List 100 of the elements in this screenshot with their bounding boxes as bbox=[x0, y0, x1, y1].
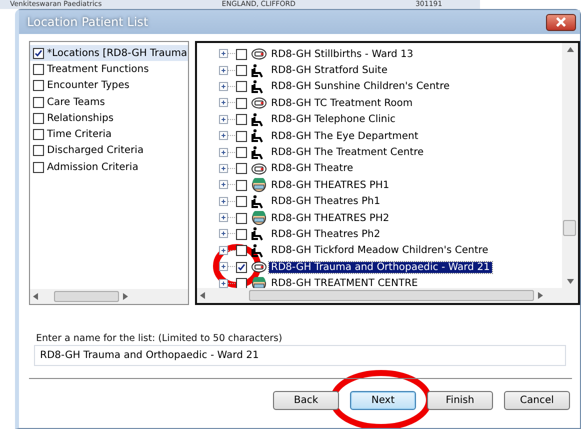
checkbox[interactable] bbox=[236, 245, 247, 256]
location-label: RD8-GH Theatres Ph1 bbox=[270, 196, 382, 208]
expand-icon[interactable] bbox=[219, 49, 235, 60]
close-icon bbox=[555, 17, 567, 27]
checkbox[interactable] bbox=[236, 212, 247, 224]
criteria-item[interactable]: Discharged Criteria bbox=[30, 142, 188, 160]
criteria-item[interactable]: Time Criteria bbox=[30, 126, 188, 143]
criteria-item[interactable]: Relationships bbox=[30, 110, 188, 126]
close-button[interactable] bbox=[546, 14, 576, 30]
horizontal-scrollbar[interactable] bbox=[197, 288, 578, 303]
dialog-button[interactable]: Cancel bbox=[504, 391, 570, 410]
tree-item[interactable]: RD8-GH The Eye Department bbox=[219, 128, 562, 144]
location-label: RD8-GH Telephone Clinic bbox=[270, 114, 397, 126]
masked-person-icon bbox=[251, 178, 267, 192]
tree-item[interactable]: RD8-GH THEATRES PH2 bbox=[219, 210, 562, 226]
criteria-label: Encounter Types bbox=[47, 80, 130, 92]
tree-item[interactable]: RD8-GH THEATRES PH1 bbox=[219, 177, 562, 194]
scroll-left-icon[interactable] bbox=[33, 293, 38, 300]
checkbox[interactable] bbox=[236, 65, 247, 76]
expand-icon[interactable] bbox=[219, 82, 235, 92]
expand-icon[interactable] bbox=[219, 229, 235, 240]
expand-icon[interactable] bbox=[219, 148, 235, 158]
scrollbar-thumb[interactable] bbox=[54, 291, 119, 302]
criteria-item[interactable]: Admission Criteria bbox=[30, 159, 188, 176]
location-label: RD8-GH Theatre bbox=[270, 163, 354, 174]
location-label: RD8-GH THEATRES PH2 bbox=[270, 212, 390, 224]
checkbox[interactable] bbox=[33, 112, 44, 124]
scroll-up-icon[interactable] bbox=[566, 47, 574, 52]
expand-icon[interactable] bbox=[219, 196, 235, 207]
location-label: RD8-GH THEATRES PH1 bbox=[270, 180, 390, 191]
checkbox[interactable] bbox=[33, 80, 44, 92]
checkbox[interactable] bbox=[236, 98, 247, 109]
window-title: Location Patient List bbox=[27, 15, 148, 29]
scrollbar-thumb[interactable] bbox=[249, 290, 534, 301]
tree-item[interactable]: RD8-GH Telephone Clinic bbox=[219, 112, 562, 128]
telephone-icon bbox=[251, 261, 267, 274]
criteria-label: Discharged Criteria bbox=[47, 145, 144, 156]
field-label: Enter a name for the list: (Limited to 50 characters) bbox=[35, 333, 284, 344]
checkbox[interactable] bbox=[236, 180, 247, 191]
list-name-field[interactable]: RD8-GH Trauma and Orthopaedic - Ward 21 bbox=[34, 345, 566, 366]
scroll-down-icon[interactable] bbox=[566, 279, 574, 284]
tree-item[interactable]: RD8-GH Stratford Suite bbox=[219, 62, 562, 79]
checkbox[interactable] bbox=[33, 48, 44, 59]
location-label: RD8-GH TC Treatment Room bbox=[270, 98, 414, 109]
tree-item[interactable]: RD8-GH Theatre bbox=[219, 160, 562, 178]
checkbox[interactable] bbox=[236, 114, 247, 126]
tree-item[interactable]: RD8-GH The Treatment Centre bbox=[219, 144, 562, 161]
checkbox[interactable] bbox=[33, 145, 44, 156]
dialog-button[interactable]: Next bbox=[350, 391, 416, 410]
expand-icon[interactable] bbox=[219, 278, 235, 288]
scroll-left-icon[interactable] bbox=[200, 292, 205, 299]
checkbox[interactable] bbox=[236, 163, 247, 174]
expand-icon[interactable] bbox=[219, 262, 235, 272]
checkbox[interactable] bbox=[33, 64, 44, 75]
criteria-label: Treatment Functions bbox=[47, 64, 149, 75]
expand-icon[interactable] bbox=[219, 164, 235, 174]
criteria-label: Admission Criteria bbox=[47, 162, 138, 173]
tree-item[interactable]: RD8-GH TC Treatment Room bbox=[219, 95, 562, 112]
location-label: RD8-GH The Eye Department bbox=[270, 130, 420, 142]
location-label: RD8-GH Theatres Ph2 bbox=[270, 228, 382, 240]
checkbox[interactable] bbox=[236, 228, 247, 240]
vertical-scrollbar[interactable] bbox=[562, 43, 578, 288]
scroll-right-icon[interactable] bbox=[538, 292, 543, 299]
expand-icon[interactable] bbox=[219, 98, 235, 108]
checkbox[interactable] bbox=[236, 262, 247, 273]
tree-item[interactable]: RD8-GH Theatres Ph2 bbox=[219, 226, 562, 243]
checkbox[interactable] bbox=[33, 162, 44, 173]
expand-icon[interactable] bbox=[219, 131, 235, 142]
checkbox[interactable] bbox=[236, 147, 247, 158]
location-label: RD8-GH Stillbirths - Ward 13 bbox=[270, 48, 414, 60]
checkbox[interactable] bbox=[33, 96, 44, 108]
scroll-right-icon[interactable] bbox=[123, 293, 128, 300]
criteria-item[interactable]: *Locations [RD8-GH Trauma bbox=[30, 45, 188, 62]
tree-item[interactable]: RD8-GH Tickford Meadow Children's Centre bbox=[219, 242, 562, 260]
checkbox[interactable] bbox=[236, 81, 247, 92]
horizontal-scrollbar[interactable] bbox=[30, 289, 188, 304]
criteria-label: Care Teams bbox=[47, 96, 105, 108]
location-label: RD8-GH Tickford Meadow Children's Centre bbox=[270, 245, 490, 256]
criteria-item[interactable]: Care Teams bbox=[30, 94, 188, 110]
dialog-button[interactable]: Back bbox=[273, 391, 339, 410]
telephone-icon bbox=[251, 97, 267, 110]
dialog-button[interactable]: Finish bbox=[427, 391, 493, 410]
checkbox[interactable] bbox=[236, 48, 247, 60]
scrollbar-thumb[interactable] bbox=[563, 220, 576, 236]
expand-icon[interactable] bbox=[219, 213, 235, 224]
tree-item[interactable]: RD8-GH Sunshine Children's Centre bbox=[219, 78, 562, 96]
tree-item[interactable]: RD8-GH Theatres Ph1 bbox=[219, 194, 562, 210]
expand-icon[interactable] bbox=[219, 246, 235, 256]
tree-item[interactable]: RD8-GH Stillbirths - Ward 13 bbox=[219, 46, 562, 62]
tree-item[interactable]: RD8-GH Trauma and Orthopaedic - Ward 21 bbox=[219, 259, 562, 276]
checkbox[interactable] bbox=[236, 130, 247, 142]
telephone-icon bbox=[251, 48, 267, 60]
checkbox[interactable] bbox=[236, 278, 247, 288]
criteria-item[interactable]: Treatment Functions bbox=[30, 61, 188, 78]
checkbox[interactable] bbox=[33, 129, 44, 140]
expand-icon[interactable] bbox=[219, 66, 235, 76]
expand-icon[interactable] bbox=[219, 114, 235, 125]
expand-icon[interactable] bbox=[219, 180, 235, 190]
checkbox[interactable] bbox=[236, 196, 247, 208]
criteria-item[interactable]: Encounter Types bbox=[30, 78, 188, 94]
